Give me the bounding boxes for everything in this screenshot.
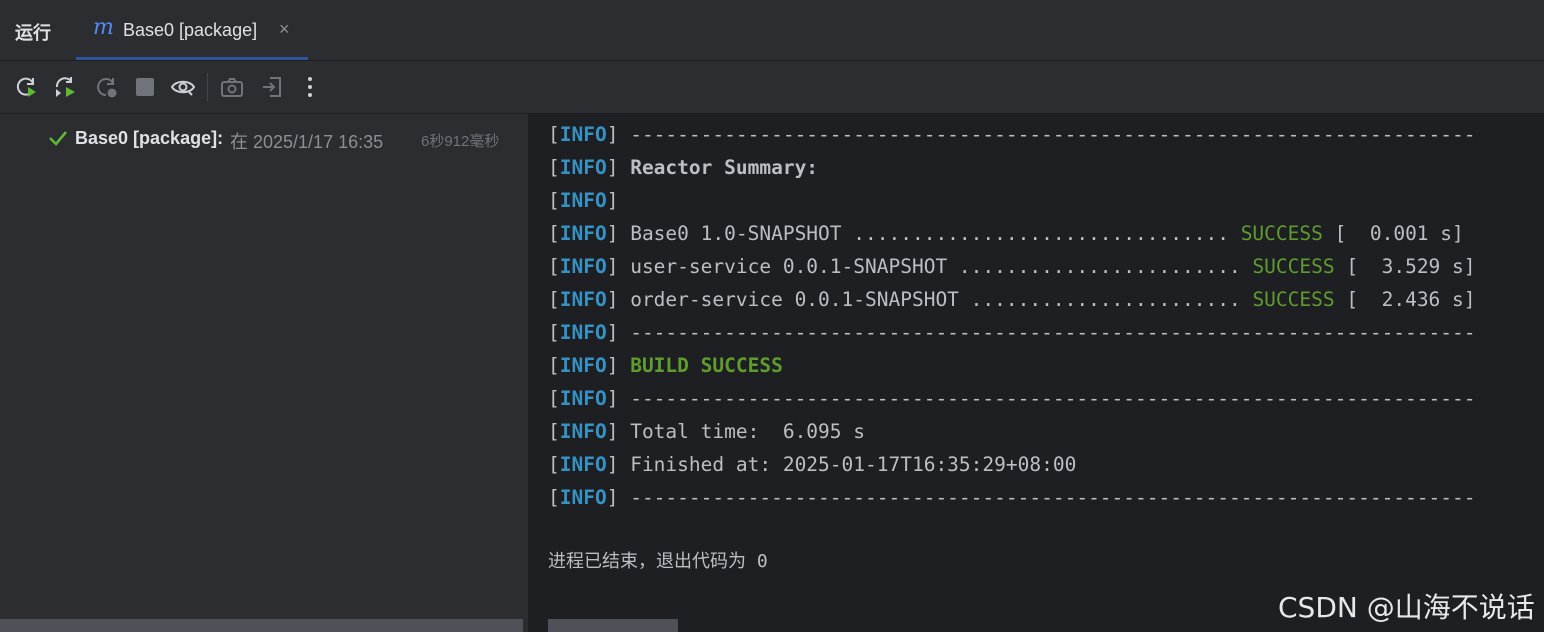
run-window-title: 运行 — [15, 23, 51, 43]
info-tag: INFO — [559, 222, 607, 245]
console-line: [INFO] — [548, 189, 631, 212]
info-tag: INFO — [559, 156, 607, 179]
tab-active-indicator — [76, 57, 308, 60]
horizontal-scrollbar[interactable] — [548, 619, 678, 632]
console-line: [INFO] Reactor Summary: — [548, 156, 819, 179]
console-line: [INFO] Finished at: 2025-01-17T16:35:29+… — [548, 453, 1077, 476]
console-lines: [INFO] ---------------------------------… — [548, 118, 1476, 514]
run-tool-window-header: 运行 m Base0 [package] × — [0, 0, 1544, 61]
build-success: BUILD SUCCESS — [630, 354, 783, 377]
rerun-icon[interactable] — [14, 75, 38, 99]
console-line: [INFO] user-service 0.0.1-SNAPSHOT .....… — [548, 255, 1476, 278]
exit-icon — [263, 77, 281, 97]
console-line: [INFO] Total time: 6.095 s — [548, 420, 866, 443]
success-status: SUCCESS — [1252, 288, 1335, 311]
horizontal-scrollbar[interactable] — [0, 619, 523, 632]
tab-label: Base0 [package] — [123, 20, 258, 40]
run-toolbar — [0, 61, 1544, 114]
info-tag: INFO — [559, 288, 607, 311]
toolbar-separator — [207, 73, 208, 101]
tree-item-name: Base0 [package]: — [75, 128, 224, 148]
console-line: [INFO] Base0 1.0-SNAPSHOT ..............… — [548, 222, 1464, 245]
tree-item-base0-package[interactable]: Base0 [package]: 在 2025/1/17 16:35 6秒912… — [0, 124, 528, 154]
tree-item-duration: 6秒912毫秒 — [421, 133, 500, 150]
info-tag: INFO — [559, 420, 607, 443]
info-tag: INFO — [559, 123, 607, 146]
info-tag: INFO — [559, 453, 607, 476]
exit-message: 进程已结束，退出代码为 0 — [548, 551, 768, 572]
console-line: [INFO] ---------------------------------… — [548, 387, 1476, 410]
tree-item-time: 在 2025/1/17 16:35 — [230, 132, 384, 152]
console-line: [INFO] ---------------------------------… — [548, 123, 1476, 146]
stop-icon — [136, 78, 154, 96]
console-line: [INFO] ---------------------------------… — [548, 486, 1476, 509]
tab-base0-package[interactable]: m Base0 [package] × — [76, 0, 308, 60]
info-tag: INFO — [559, 486, 607, 509]
eye-icon[interactable] — [170, 75, 196, 99]
close-icon[interactable]: × — [279, 19, 290, 40]
camera-icon — [221, 78, 243, 97]
rerun-failed-icon[interactable] — [53, 75, 77, 99]
check-icon — [49, 131, 67, 146]
watermark: CSDN @山海不说话 — [1278, 591, 1535, 624]
run-tree-panel: Base0 [package]: 在 2025/1/17 16:35 6秒912… — [0, 114, 528, 632]
console-line: [INFO] ---------------------------------… — [548, 321, 1476, 344]
info-tag: INFO — [559, 189, 607, 212]
maven-icon: m — [93, 15, 114, 40]
success-status: SUCCESS — [1240, 222, 1323, 245]
console-line: [INFO] BUILD SUCCESS — [548, 354, 783, 377]
restart-icon — [97, 78, 117, 98]
info-tag: INFO — [559, 321, 607, 344]
console-line: [INFO] order-service 0.0.1-SNAPSHOT ....… — [548, 288, 1476, 311]
info-tag: INFO — [559, 387, 607, 410]
console-output[interactable]: [INFO] ---------------------------------… — [530, 114, 1544, 632]
success-status: SUCCESS — [1252, 255, 1335, 278]
info-tag: INFO — [559, 354, 607, 377]
more-icon[interactable] — [298, 75, 322, 99]
info-tag: INFO — [559, 255, 607, 278]
